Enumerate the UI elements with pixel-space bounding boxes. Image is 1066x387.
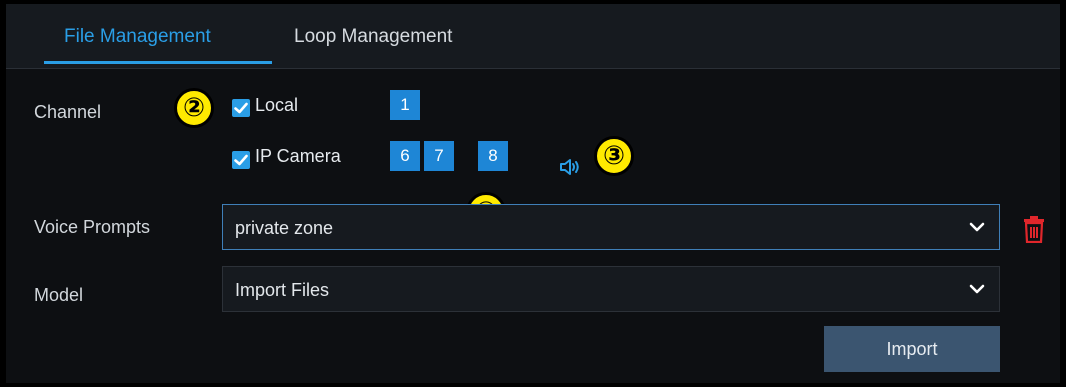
speaker-icon[interactable] bbox=[559, 156, 581, 178]
model-select[interactable]: Import Files bbox=[222, 266, 1000, 312]
chevron-down-icon bbox=[969, 284, 985, 294]
channel-label: Channel bbox=[34, 102, 102, 122]
import-button[interactable]: Import bbox=[824, 326, 1000, 372]
voice-prompts-label: Voice Prompts bbox=[34, 217, 151, 237]
tab-file-management[interactable]: File Management bbox=[64, 22, 211, 52]
callout-two: ② bbox=[174, 88, 214, 128]
model-label: Model bbox=[34, 285, 84, 305]
ip-channel-6[interactable]: 6 bbox=[390, 141, 420, 171]
callout-three: ③ bbox=[594, 136, 634, 176]
voice-prompts-select[interactable]: private zone bbox=[222, 204, 1000, 250]
active-tab-indicator bbox=[44, 61, 272, 64]
local-label: Local bbox=[255, 95, 299, 115]
chevron-down-icon bbox=[969, 222, 985, 232]
model-value: Import Files bbox=[235, 280, 330, 300]
checkmark-icon bbox=[234, 102, 248, 114]
tab-loop-management[interactable]: Loop Management bbox=[294, 22, 452, 52]
ip-camera-label: IP Camera bbox=[255, 146, 341, 166]
trash-icon[interactable] bbox=[1023, 215, 1045, 243]
ip-channel-7[interactable]: 7 bbox=[424, 141, 454, 171]
settings-panel: File Management Loop Management Channel … bbox=[6, 4, 1060, 383]
tab-bar: File Management Loop Management bbox=[6, 4, 1060, 69]
ip-camera-checkbox[interactable] bbox=[232, 151, 250, 169]
checkmark-icon bbox=[234, 154, 248, 166]
ip-channel-8[interactable]: 8 bbox=[478, 141, 508, 171]
local-checkbox[interactable] bbox=[232, 99, 250, 117]
local-channel-1[interactable]: 1 bbox=[390, 90, 420, 120]
voice-prompts-value: private zone bbox=[235, 218, 334, 238]
